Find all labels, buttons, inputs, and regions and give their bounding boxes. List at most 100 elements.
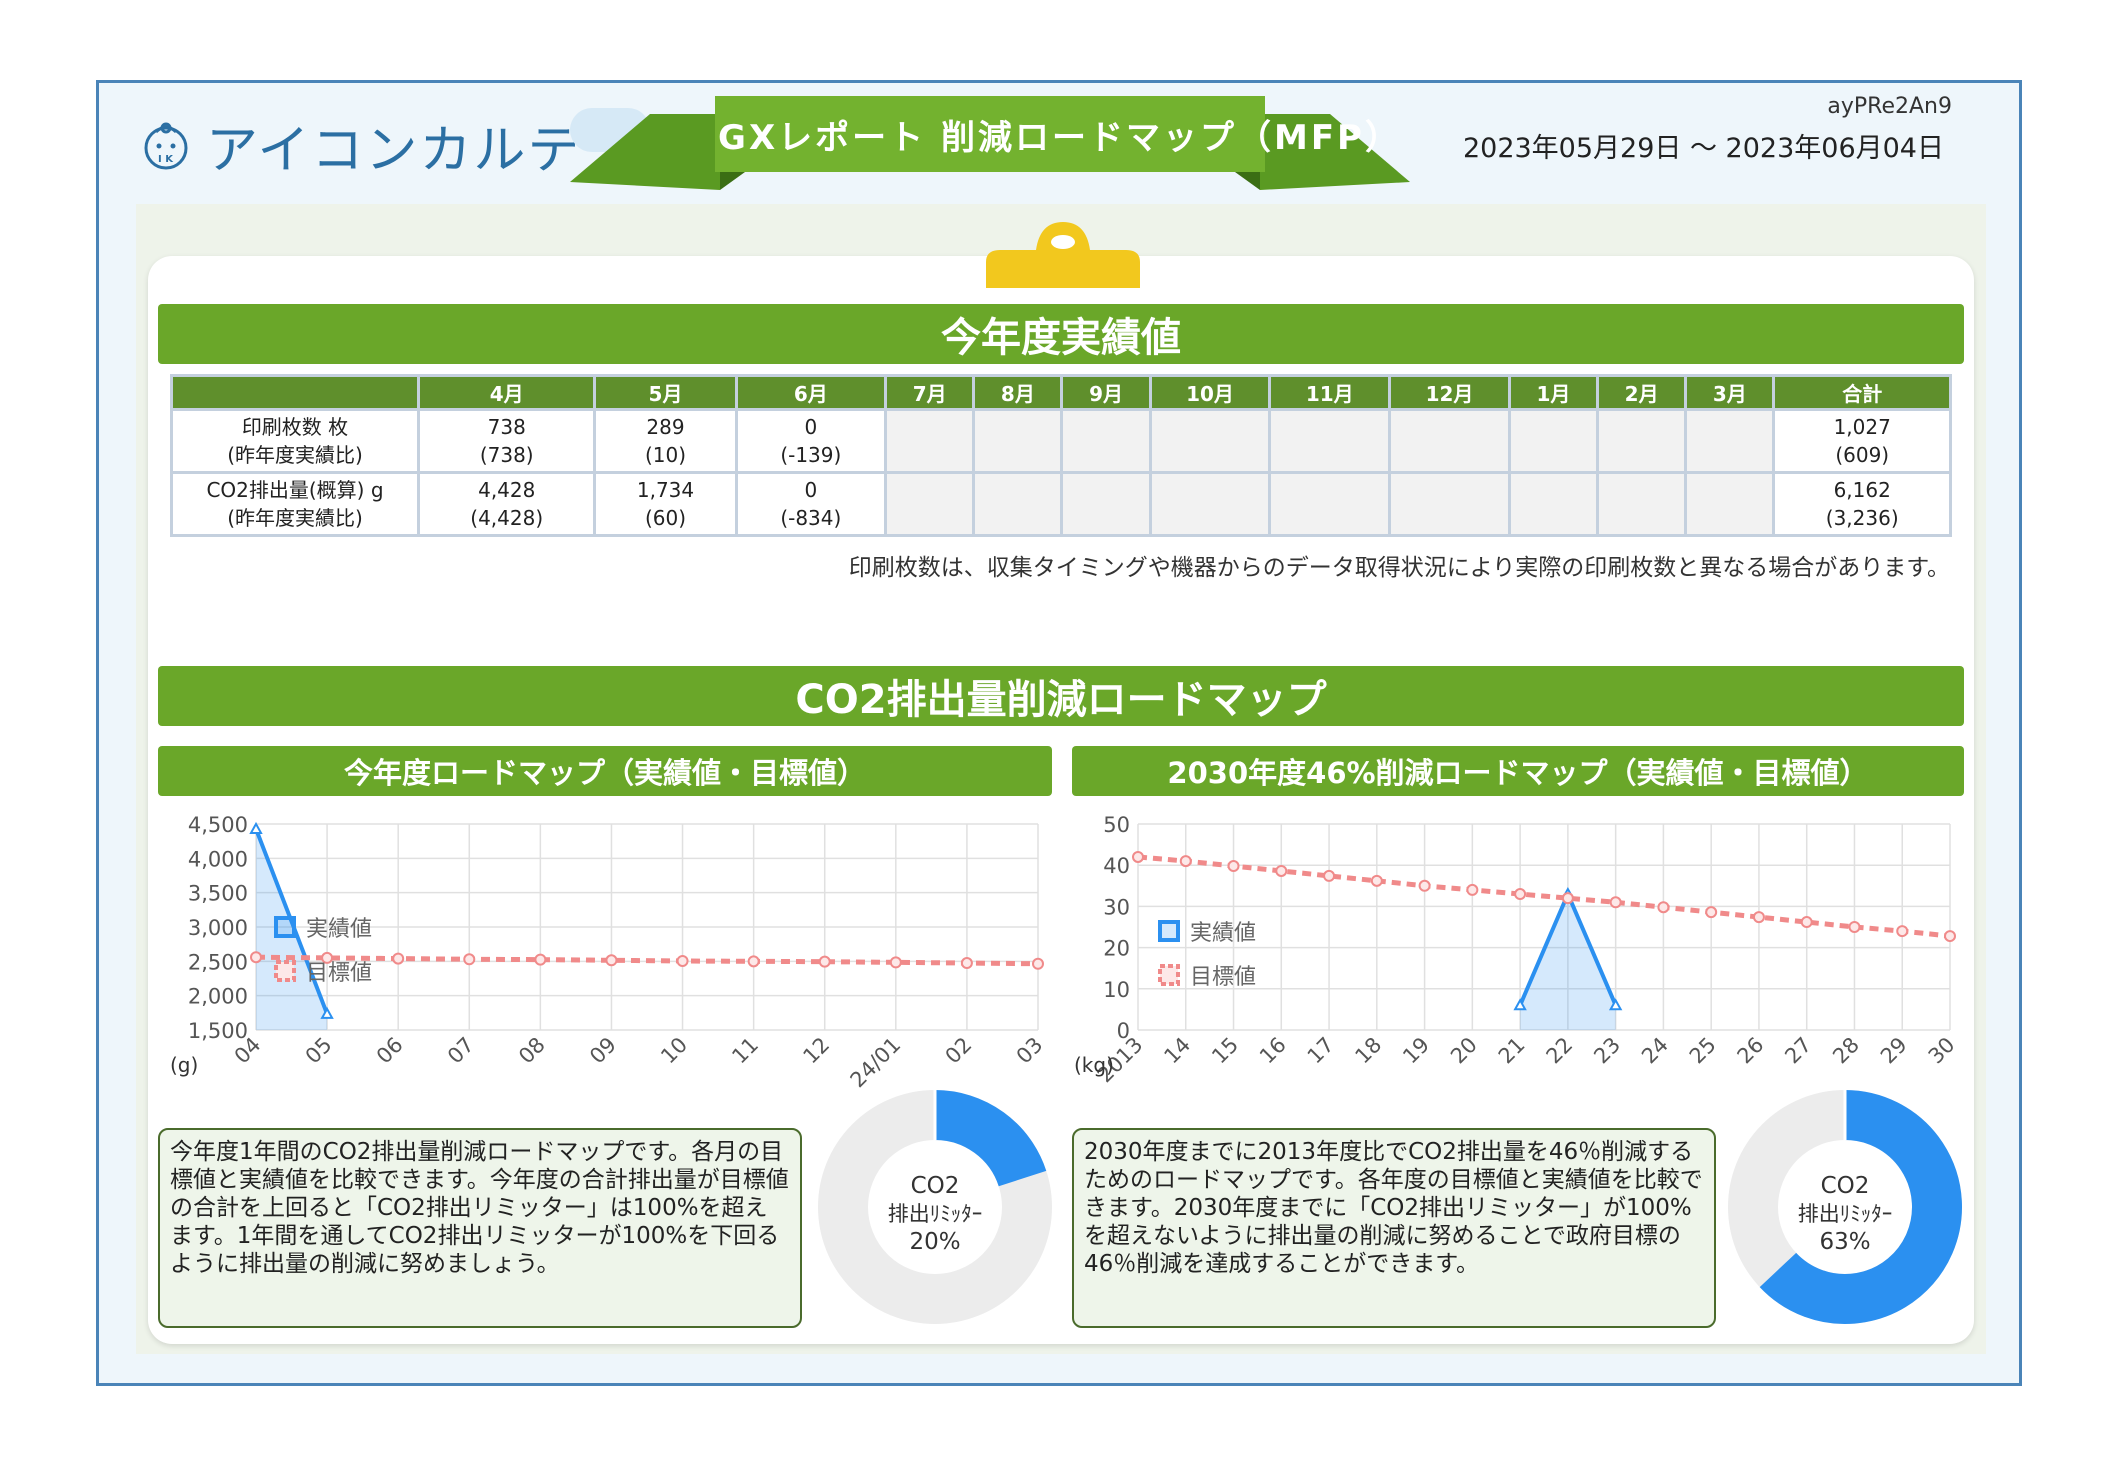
target-line bbox=[255, 954, 1039, 967]
cell-comparison: (4,428) bbox=[470, 506, 544, 530]
x-tick-label: 21 bbox=[1494, 1033, 1530, 1069]
target-point bbox=[1275, 864, 1288, 877]
co2-limiter-donut-this-year: CO2 排出ﾘﾐｯﾀｰ 20% bbox=[818, 1090, 1052, 1324]
table-header-cell: 6月 bbox=[734, 374, 888, 411]
legend-actual-label: 実績値 bbox=[306, 917, 372, 942]
x-tick-label: 27 bbox=[1780, 1033, 1816, 1069]
table-header-cell: 5月 bbox=[593, 374, 738, 411]
y-tick-label: 4,000 bbox=[188, 847, 248, 871]
table-cell: 0 (-139) bbox=[734, 408, 888, 474]
table-cell: 289 (10) bbox=[593, 408, 738, 474]
donut-value-arc bbox=[934, 1090, 1047, 1188]
target-point bbox=[534, 953, 547, 966]
row-label-sub: (昨年度実績比) bbox=[227, 443, 363, 467]
x-tick-label: 30 bbox=[1924, 1033, 1960, 1069]
2030-roadmap-chart: 010203040502013 14 15 16 17 18 19 20 21 22 23 24 25 2… bbox=[1074, 813, 1960, 1087]
table-cell-empty bbox=[1388, 408, 1511, 474]
table-cell-empty bbox=[1596, 471, 1688, 537]
table-header-row: 4月 5月 6月 7月 8月 9月 10月 11月 12月 1月 2月 3月 合… bbox=[170, 374, 1952, 411]
cell-comparison: (10) bbox=[644, 443, 687, 467]
table-cell-empty bbox=[1507, 471, 1600, 537]
target-point bbox=[1848, 921, 1861, 933]
table-header-cell: 合計 bbox=[1772, 374, 1952, 411]
target-point bbox=[250, 951, 262, 964]
cell-comparison: (609) bbox=[1835, 443, 1890, 467]
table-row: 印刷枚数 枚 (昨年度実績比) 738 (738) 289 (10) 0 (-139) 1,02… bbox=[170, 408, 1952, 474]
target-point bbox=[1561, 892, 1574, 905]
table-cell-empty bbox=[972, 408, 1064, 474]
2030-description: 2030年度までに2013年度比でCO2排出量を46％削減するためのロードマップ… bbox=[1072, 1128, 1716, 1328]
this-year-description: 今年度1年間のCO2排出量削減ロードマップです。各月の目標値と実績値を比較できま… bbox=[158, 1128, 802, 1328]
cell-comparison: (-834) bbox=[780, 506, 842, 530]
table-header-cell bbox=[170, 374, 420, 411]
legend-target-label: 目標値 bbox=[1190, 965, 1256, 990]
donut-label-line2: 排出ﾘﾐｯﾀｰ bbox=[888, 1202, 983, 1226]
table-cell: 4,428 (4,428) bbox=[416, 471, 597, 537]
x-tick-label: 26 bbox=[1733, 1033, 1769, 1069]
target-point bbox=[605, 954, 618, 967]
table-row: CO2排出量(概算) g (昨年度実績比) 4,428 (4,428) 1,734 (60… bbox=[170, 471, 1952, 537]
x-tick-label: 22 bbox=[1542, 1033, 1578, 1069]
cell-value: 0 bbox=[804, 415, 818, 439]
section-title-actual: 今年度実績値 bbox=[158, 304, 1964, 364]
x-tick-label: 19 bbox=[1398, 1033, 1434, 1069]
cell-value: 4,428 bbox=[478, 478, 536, 502]
table-header-cell: 12月 bbox=[1388, 374, 1511, 411]
target-point bbox=[747, 955, 760, 968]
chart-title-2030: 2030年度46%削減ロードマップ（実績値・目標値） bbox=[1072, 746, 1964, 796]
table-header-cell: 4月 bbox=[416, 374, 597, 411]
table-cell-empty bbox=[884, 408, 976, 474]
y-tick-label: 3,500 bbox=[188, 882, 248, 906]
table-header-cell: 8月 bbox=[972, 374, 1064, 411]
donut-percentage: 63% bbox=[1819, 1229, 1870, 1255]
x-tick-label: 07 bbox=[443, 1033, 479, 1069]
cell-value: 6,162 bbox=[1833, 478, 1891, 502]
y-tick-label: 1,500 bbox=[188, 1019, 248, 1043]
donut-percentage: 20% bbox=[909, 1229, 960, 1255]
results-table: 4月 5月 6月 7月 8月 9月 10月 11月 12月 1月 2月 3月 合… bbox=[170, 374, 1952, 537]
actual-area bbox=[1520, 894, 1616, 1030]
table-cell-empty bbox=[1148, 408, 1272, 474]
x-tick-label: 12 bbox=[798, 1033, 834, 1069]
cell-comparison: (-139) bbox=[780, 443, 842, 467]
table-cell-empty bbox=[1684, 471, 1776, 537]
target-point bbox=[889, 956, 902, 969]
svg-text:I K: I K bbox=[158, 154, 174, 165]
table-cell-empty bbox=[1148, 471, 1272, 537]
target-point bbox=[1514, 888, 1527, 901]
x-tick-label: 24 bbox=[1637, 1033, 1673, 1069]
target-point bbox=[1418, 879, 1431, 892]
cell-value: 1,734 bbox=[636, 478, 695, 502]
target-point bbox=[1179, 855, 1192, 868]
table-header-cell: 7月 bbox=[884, 374, 976, 411]
y-tick-label: 30 bbox=[1103, 895, 1130, 919]
table-cell-empty bbox=[1388, 471, 1511, 537]
x-tick-label: 24/01 bbox=[846, 1033, 906, 1093]
table-header-cell: 9月 bbox=[1060, 374, 1152, 411]
x-tick-label: 06 bbox=[372, 1033, 408, 1069]
y-tick-label: 2,000 bbox=[188, 985, 248, 1009]
cell-comparison: (3,236) bbox=[1825, 506, 1899, 530]
target-point bbox=[818, 955, 831, 968]
x-tick-label: 08 bbox=[514, 1033, 550, 1069]
table-note: 印刷枚数は、収集タイミングや機器からのデータ取得状況により実際の印刷枚数と異なる… bbox=[848, 555, 1950, 581]
legend-actual-swatch bbox=[1158, 920, 1180, 942]
cell-value: 1,027 bbox=[1833, 415, 1891, 439]
target-point bbox=[1752, 911, 1765, 924]
row-label-main: 印刷枚数 枚 bbox=[241, 415, 349, 439]
x-tick-label: 02 bbox=[941, 1033, 977, 1069]
target-point bbox=[1032, 957, 1044, 970]
target-point bbox=[463, 953, 476, 966]
cell-comparison: (60) bbox=[644, 506, 687, 530]
clipboard-clip-icon bbox=[986, 222, 1140, 288]
y-tick-label: 20 bbox=[1103, 937, 1130, 961]
y-unit-label: (g) bbox=[170, 1053, 198, 1077]
y-unit-label: (kg) bbox=[1074, 1053, 1114, 1077]
table-header-cell: 1月 bbox=[1507, 374, 1600, 411]
legend-target-label: 目標値 bbox=[306, 961, 372, 986]
table-cell-empty bbox=[972, 471, 1064, 537]
table-cell: 1,734 (60) bbox=[593, 471, 738, 537]
report-title: GXレポート 削減ロードマップ（MFP） bbox=[718, 117, 1402, 158]
target-point bbox=[1800, 916, 1813, 929]
y-tick-label: 2,500 bbox=[188, 950, 248, 974]
